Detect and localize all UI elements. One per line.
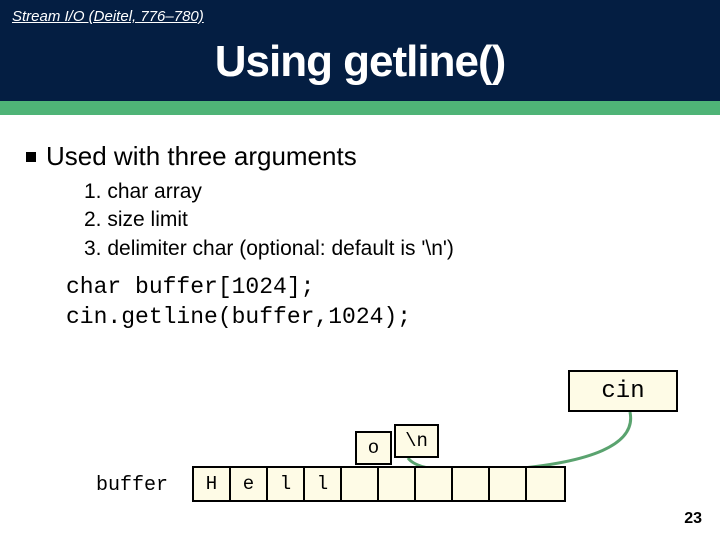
buffer-cell: l xyxy=(305,468,342,500)
buffer-cell xyxy=(527,468,564,500)
argument-list: 1. char array 2. size limit 3. delimiter… xyxy=(84,178,694,263)
buffer-cell xyxy=(379,468,416,500)
cin-box: cin xyxy=(568,370,678,412)
buffer-label: buffer xyxy=(96,474,168,497)
list-item: 1. char array xyxy=(84,178,694,206)
list-label: size limit xyxy=(107,208,188,231)
buffer-cell: e xyxy=(231,468,268,500)
page-number: 23 xyxy=(684,510,702,528)
stream-char-o: o xyxy=(355,431,392,465)
buffer-cell: H xyxy=(194,468,231,500)
buffer-diagram: cin o \n buffer H e l l xyxy=(0,370,720,520)
list-label: char array xyxy=(107,180,202,203)
list-num: 1. xyxy=(84,180,102,203)
slide-body: Used with three arguments 1. char array … xyxy=(0,115,720,333)
buffer-cell xyxy=(342,468,379,500)
bullet-text: Used with three arguments xyxy=(46,141,357,172)
bullet-line: Used with three arguments xyxy=(26,141,694,172)
code-line: char buffer[1024]; xyxy=(66,273,694,303)
list-num: 2. xyxy=(84,208,102,231)
code-block: char buffer[1024]; cin.getline(buffer,10… xyxy=(66,273,694,333)
code-line: cin.getline(buffer,1024); xyxy=(66,303,694,333)
slide-title: Using getline() xyxy=(0,29,720,101)
list-num: 3. xyxy=(84,237,102,260)
buffer-cell xyxy=(490,468,527,500)
list-item: 2. size limit xyxy=(84,206,694,234)
list-label: delimiter char (optional: default is '\n… xyxy=(107,237,454,260)
breadcrumb: Stream I/O (Deitel, 776–780) xyxy=(0,6,720,29)
list-item: 3. delimiter char (optional: default is … xyxy=(84,235,694,263)
accent-bar xyxy=(0,101,720,115)
buffer-cell xyxy=(453,468,490,500)
buffer-row: H e l l xyxy=(192,466,566,502)
slide-header: Stream I/O (Deitel, 776–780) Using getli… xyxy=(0,0,720,101)
buffer-cell: l xyxy=(268,468,305,500)
bullet-icon xyxy=(26,152,36,162)
buffer-cell xyxy=(416,468,453,500)
stream-char-newline: \n xyxy=(394,424,439,458)
